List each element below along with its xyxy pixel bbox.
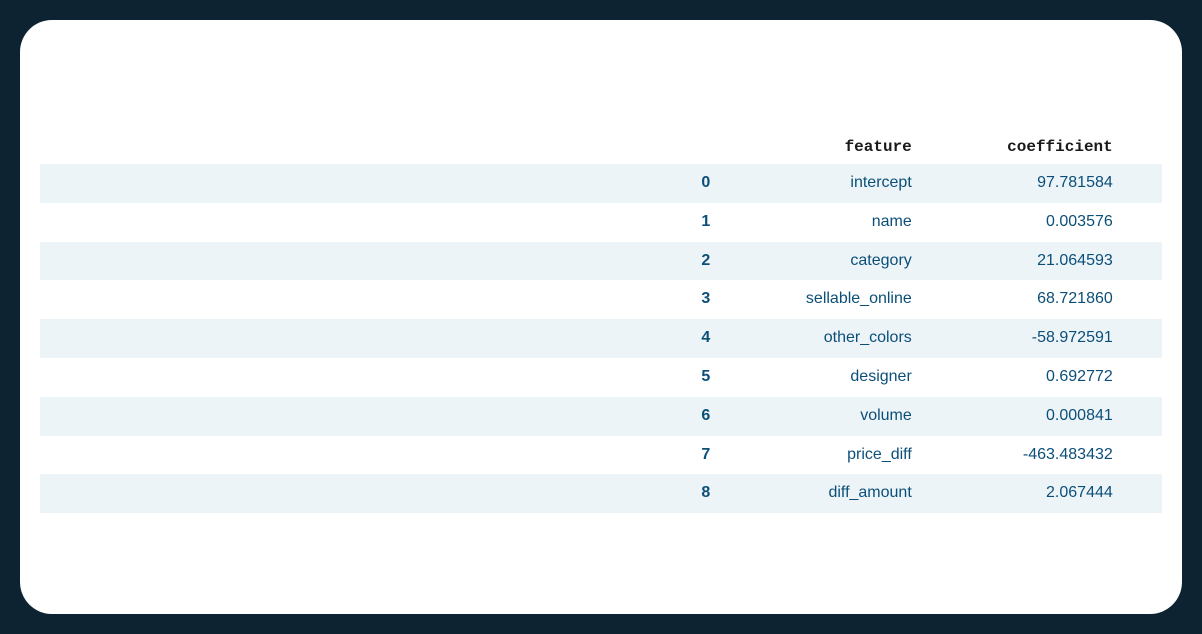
row-index: 2 [40,242,722,281]
row-feature: diff_amount [722,474,924,513]
row-coefficient: 0.003576 [924,203,1125,242]
row-index: 1 [40,203,722,242]
table-row: 0intercept97.781584 [40,164,1162,203]
row-coefficient: -463.483432 [924,436,1125,475]
row-index: 8 [40,474,722,513]
row-feature: category [722,242,924,281]
table-row: 5designer0.692772 [40,358,1162,397]
row-spacer [1125,203,1162,242]
row-spacer [1125,280,1162,319]
table-row: 3sellable_online68.721860 [40,280,1162,319]
row-feature: volume [722,397,924,436]
row-coefficient: 97.781584 [924,164,1125,203]
table-row: 6volume0.000841 [40,397,1162,436]
row-index: 5 [40,358,722,397]
row-index: 7 [40,436,722,475]
row-spacer [1125,319,1162,358]
row-feature: name [722,203,924,242]
table-row: 8diff_amount2.067444 [40,474,1162,513]
row-index: 4 [40,319,722,358]
card-container: feature coefficient 0intercept97.7815841… [20,20,1182,614]
row-spacer [1125,358,1162,397]
row-coefficient: -58.972591 [924,319,1125,358]
row-feature: sellable_online [722,280,924,319]
header-index [40,130,722,164]
row-coefficient: 68.721860 [924,280,1125,319]
header-feature: feature [722,130,924,164]
row-index: 6 [40,397,722,436]
coefficients-table: feature coefficient 0intercept97.7815841… [40,130,1162,513]
row-coefficient: 0.692772 [924,358,1125,397]
table-row: 4other_colors-58.972591 [40,319,1162,358]
row-spacer [1125,474,1162,513]
row-coefficient: 0.000841 [924,397,1125,436]
row-coefficient: 21.064593 [924,242,1125,281]
row-index: 3 [40,280,722,319]
row-spacer [1125,242,1162,281]
table-row: 2category21.064593 [40,242,1162,281]
row-feature: designer [722,358,924,397]
row-spacer [1125,397,1162,436]
header-spacer [1125,130,1162,164]
row-spacer [1125,436,1162,475]
table-body: 0intercept97.7815841name0.0035762categor… [40,164,1162,513]
row-feature: other_colors [722,319,924,358]
row-index: 0 [40,164,722,203]
row-feature: intercept [722,164,924,203]
table-row: 1name0.003576 [40,203,1162,242]
row-feature: price_diff [722,436,924,475]
table-header-row: feature coefficient [40,130,1162,164]
header-coefficient: coefficient [924,130,1125,164]
row-spacer [1125,164,1162,203]
table-row: 7price_diff-463.483432 [40,436,1162,475]
row-coefficient: 2.067444 [924,474,1125,513]
